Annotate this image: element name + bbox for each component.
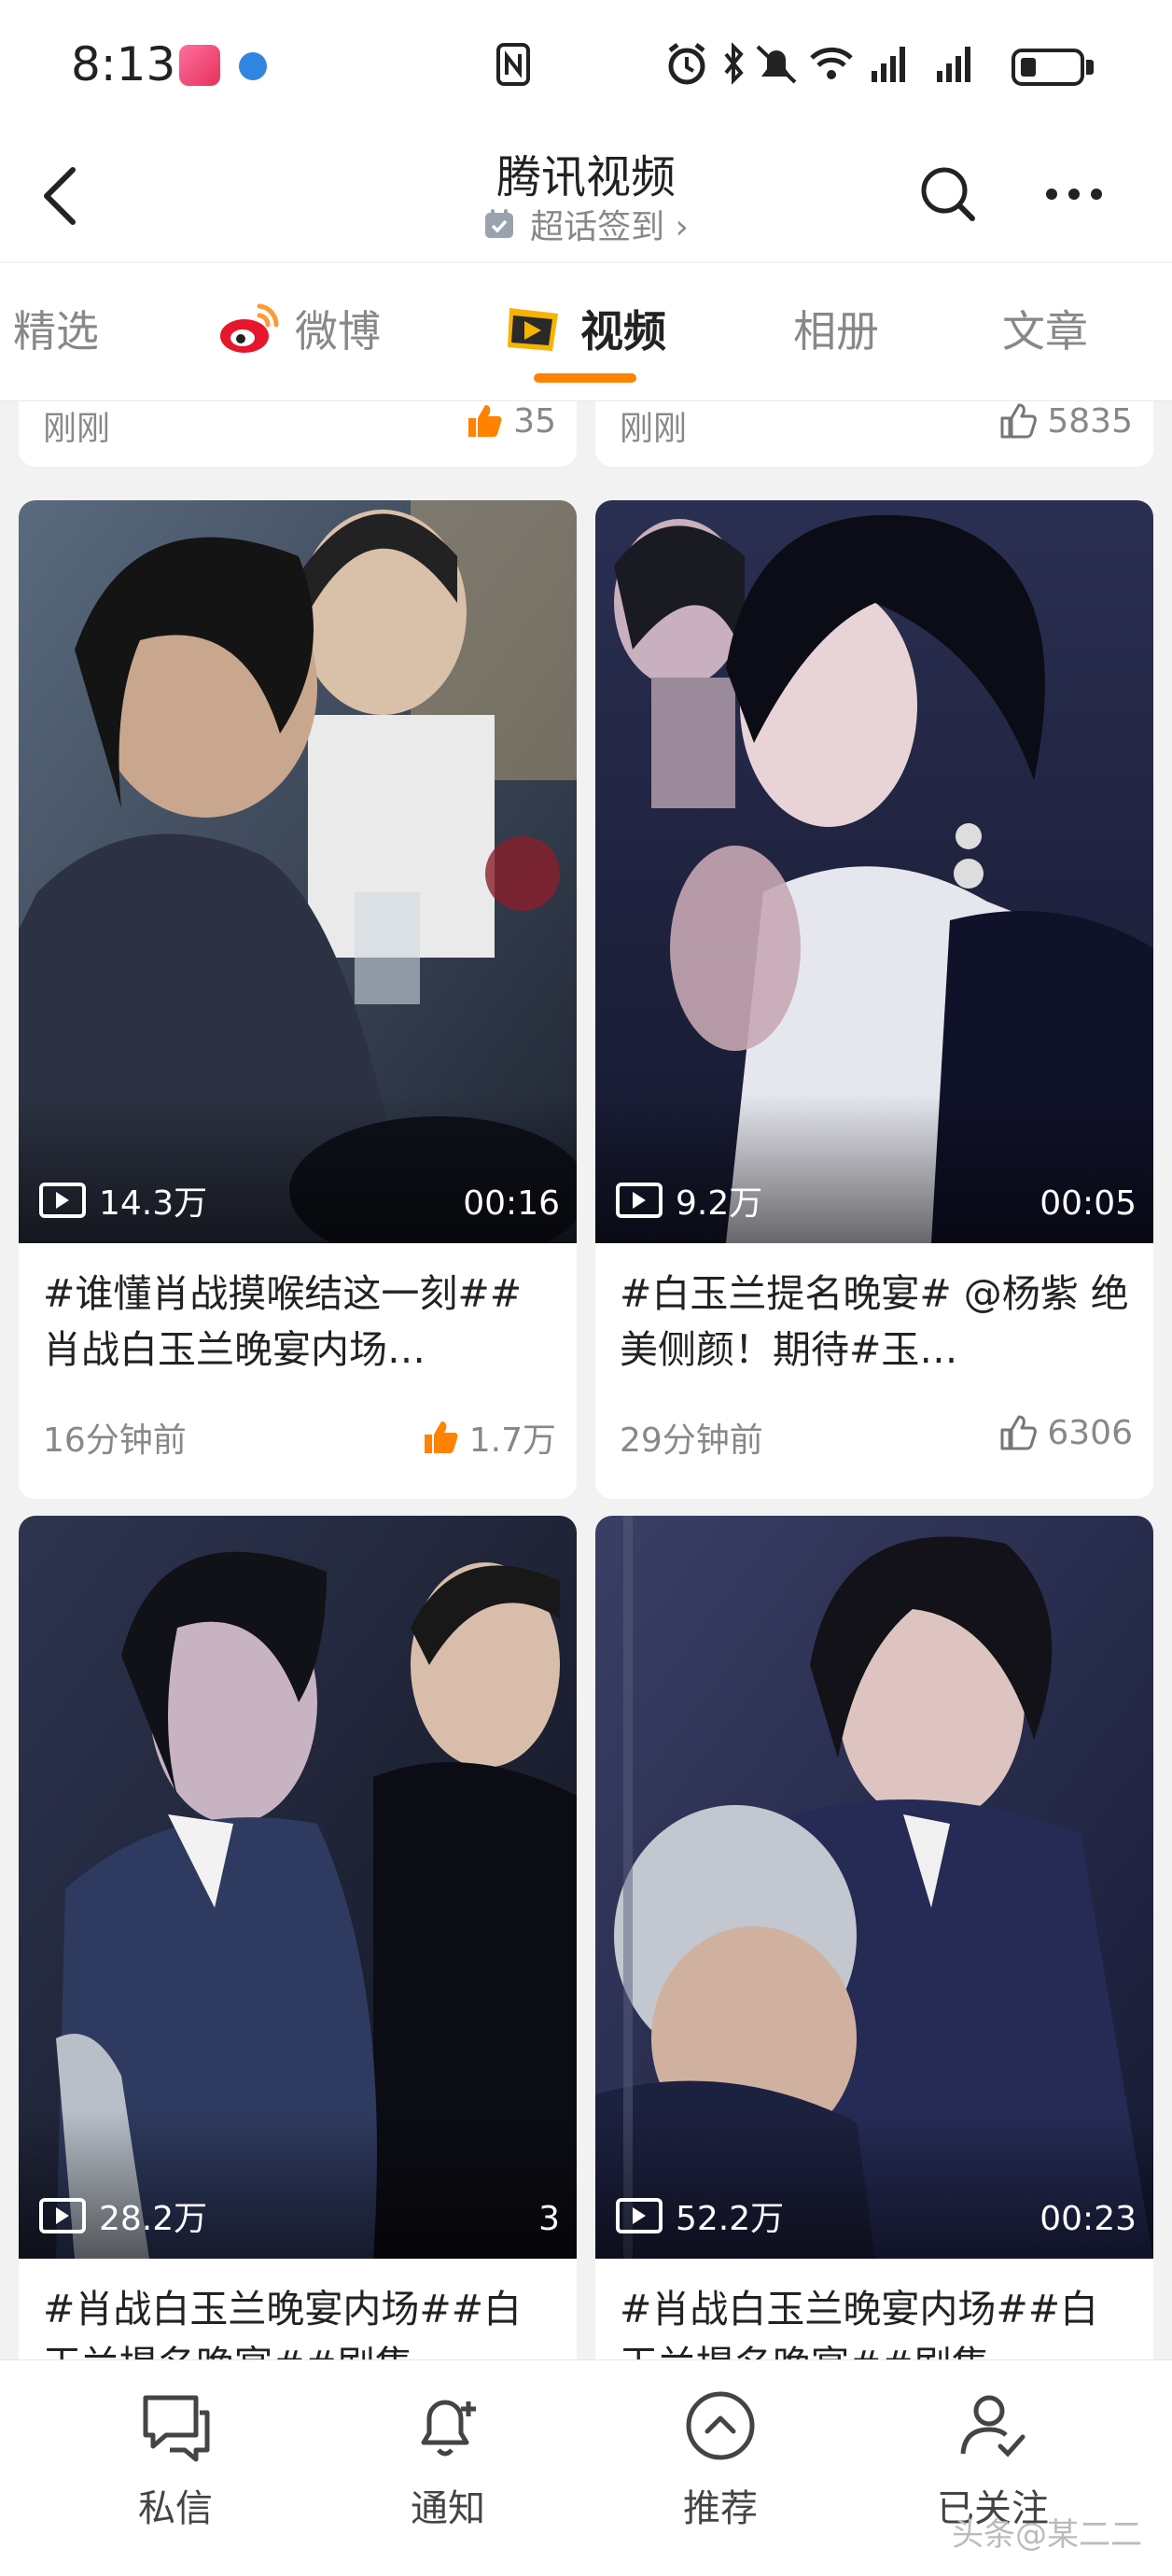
tab-video[interactable]: 视频 bbox=[500, 301, 666, 357]
view-count: 14.3万 bbox=[39, 1176, 207, 1225]
video-channel-icon bbox=[508, 308, 558, 351]
tab-weibo-label: 微博 bbox=[295, 306, 381, 357]
checkin-link[interactable]: 超话签到 › bbox=[483, 200, 689, 248]
video-card-partial[interactable]: 刚刚 35 bbox=[19, 401, 577, 467]
signal-icon-2 bbox=[937, 47, 970, 82]
weibo-logo-icon bbox=[220, 303, 279, 353]
card-like-button[interactable]: 5835 bbox=[998, 401, 1133, 441]
bluetooth-icon bbox=[724, 42, 744, 85]
thumbs-up-icon bbox=[1000, 1415, 1038, 1450]
view-count-text: 28.2万 bbox=[99, 2200, 208, 2238]
nfc-icon bbox=[496, 43, 530, 86]
video-thumbnail[interactable]: 9.2万 00:05 bbox=[595, 500, 1153, 1243]
card-like-button[interactable]: 6306 bbox=[998, 1413, 1133, 1452]
card-title[interactable]: #肖战白玉兰晚宴内场##白玉兰提名晚宴##剧集… bbox=[620, 2281, 1135, 2359]
checkin-label: 超话签到 › bbox=[530, 208, 689, 246]
status-time: 8:13 bbox=[71, 37, 176, 91]
nav-recommend-label: 推荐 bbox=[683, 2487, 758, 2530]
weibo-supertopic-video-page: { "status_bar": { "time": "8:13" }, "hea… bbox=[0, 0, 1172, 2576]
tab-bar: 精选 微博 视频 相册 文章 bbox=[0, 263, 1172, 401]
nav-messages[interactable]: 私信 bbox=[82, 2360, 269, 2576]
video-card-partial[interactable]: 刚刚 5835 bbox=[595, 401, 1153, 467]
video-duration: 00:05 bbox=[1039, 1184, 1137, 1223]
card-title[interactable]: #白玉兰提名晚宴# @杨紫 绝美侧颜！期待#玉… bbox=[620, 1266, 1135, 1378]
card-like-count: 35 bbox=[513, 401, 556, 441]
play-icon bbox=[616, 2198, 663, 2233]
browser-notification-icon bbox=[239, 52, 267, 80]
video-card[interactable]: 28.2万 3 #肖战白玉兰晚宴内场##白玉兰提名晚宴##剧集… bbox=[19, 1516, 577, 2359]
thumbs-up-filled-icon bbox=[468, 405, 502, 437]
user-check-icon bbox=[960, 2395, 1026, 2457]
nav-notifications-label: 通知 bbox=[411, 2487, 485, 2530]
video-duration: 00:23 bbox=[1039, 2200, 1137, 2238]
tab-featured-label: 精选 bbox=[13, 306, 99, 357]
nav-recommend[interactable]: 推荐 bbox=[627, 2360, 814, 2576]
card-post-time: 29分钟前 bbox=[620, 1421, 763, 1460]
card-like-count: 1.7万 bbox=[468, 1421, 556, 1460]
alarm-icon bbox=[668, 43, 705, 85]
card-like-button[interactable]: 1.7万 bbox=[421, 1413, 556, 1462]
view-count-text: 52.2万 bbox=[676, 2200, 785, 2238]
card-title[interactable]: #肖战白玉兰晚宴内场##白玉兰提名晚宴##剧集… bbox=[43, 2281, 558, 2359]
more-icon[interactable] bbox=[1043, 175, 1105, 213]
top-header: 腾讯视频 超话签到 › bbox=[0, 131, 1172, 261]
card-like-count: 6306 bbox=[1047, 1413, 1133, 1452]
page-title: 腾讯视频 bbox=[495, 151, 676, 203]
video-duration: 3 bbox=[538, 2200, 560, 2238]
tab-video-label: 视频 bbox=[580, 306, 666, 357]
nav-messages-label: 私信 bbox=[138, 2487, 213, 2530]
play-icon bbox=[39, 1183, 86, 1218]
app-notification-icon bbox=[179, 45, 220, 86]
tab-article-label: 文章 bbox=[1002, 306, 1088, 357]
message-icon bbox=[143, 2395, 210, 2462]
view-count: 52.2万 bbox=[616, 2191, 784, 2240]
video-feed[interactable]: 刚刚 35 刚刚 5835 14.3万 00:16 #谁懂肖战摸喉结这一刻##肖… bbox=[0, 401, 1172, 2359]
mute-bell-icon bbox=[756, 45, 797, 84]
signal-icon-1 bbox=[872, 47, 905, 82]
view-count-text: 9.2万 bbox=[676, 1184, 763, 1223]
tab-album[interactable]: 相册 bbox=[793, 301, 879, 357]
play-icon bbox=[39, 2198, 86, 2233]
card-like-button[interactable]: 35 bbox=[465, 401, 556, 441]
tab-featured[interactable]: 精选 bbox=[13, 301, 99, 357]
thumbs-up-filled-icon bbox=[424, 1421, 458, 1453]
card-post-time: 16分钟前 bbox=[43, 1421, 187, 1460]
wifi-icon bbox=[810, 47, 853, 79]
tab-weibo[interactable]: 微博 bbox=[216, 301, 381, 357]
view-count-text: 14.3万 bbox=[99, 1184, 208, 1223]
bell-icon bbox=[421, 2400, 476, 2457]
video-card[interactable]: 52.2万 00:23 #肖战白玉兰晚宴内场##白玉兰提名晚宴##剧集… bbox=[595, 1516, 1153, 2359]
view-count: 9.2万 bbox=[616, 1176, 762, 1225]
card-like-count: 5835 bbox=[1047, 401, 1133, 441]
video-card[interactable]: 14.3万 00:16 #谁懂肖战摸喉结这一刻##肖战白玉兰晚宴内场… 16分钟… bbox=[19, 500, 577, 1499]
search-icon[interactable] bbox=[916, 162, 980, 226]
thumbs-up-icon bbox=[1000, 403, 1038, 439]
view-count: 28.2万 bbox=[39, 2191, 207, 2240]
video-thumbnail[interactable]: 14.3万 00:16 bbox=[19, 500, 577, 1243]
video-duration: 00:16 bbox=[463, 1184, 560, 1223]
video-thumbnail[interactable]: 28.2万 3 bbox=[19, 1516, 577, 2259]
play-icon bbox=[616, 1183, 663, 1218]
tab-album-label: 相册 bbox=[793, 306, 879, 357]
nav-notifications[interactable]: 通知 bbox=[355, 2360, 541, 2576]
recommend-icon bbox=[686, 2391, 755, 2460]
calendar-check-icon bbox=[485, 209, 514, 238]
card-post-time: 刚刚 bbox=[43, 410, 111, 448]
video-card[interactable]: 9.2万 00:05 #白玉兰提名晚宴# @杨紫 绝美侧颜！期待#玉… 29分钟… bbox=[595, 500, 1153, 1499]
status-bar: 8:13 bbox=[0, 0, 1172, 131]
watermark: 头条@某二二 bbox=[952, 2516, 1142, 2554]
tab-article[interactable]: 文章 bbox=[1002, 301, 1088, 357]
card-title[interactable]: #谁懂肖战摸喉结这一刻##肖战白玉兰晚宴内场… bbox=[43, 1266, 558, 1378]
active-tab-indicator bbox=[534, 373, 636, 383]
card-post-time: 刚刚 bbox=[620, 410, 688, 448]
video-thumbnail[interactable]: 52.2万 00:23 bbox=[595, 1516, 1153, 2259]
